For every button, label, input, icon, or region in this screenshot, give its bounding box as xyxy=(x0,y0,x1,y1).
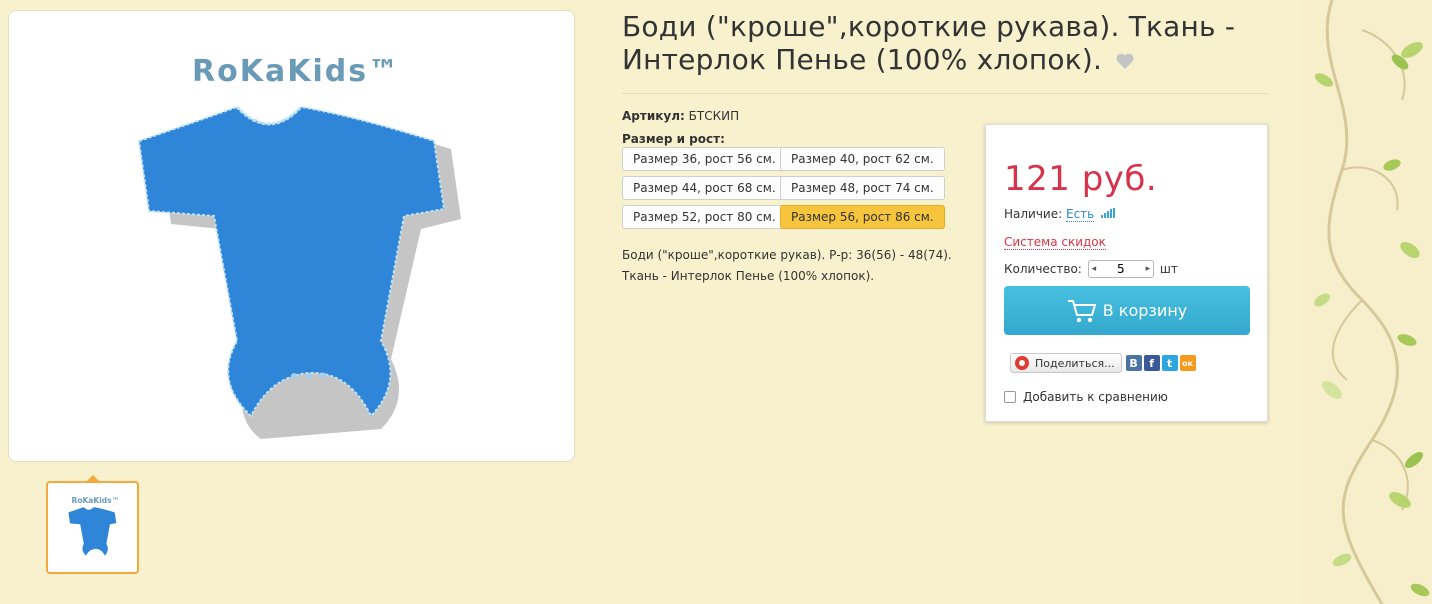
quantity-label: Количество: xyxy=(1004,262,1082,276)
size-option-44[interactable]: Размер 44, рост 68 см. xyxy=(622,176,787,200)
product-main-image[interactable]: RoKaKids™ xyxy=(8,10,575,462)
quantity-stepper: ◂ ▸ xyxy=(1087,260,1154,278)
size-option-36[interactable]: Размер 36, рост 56 см. xyxy=(622,147,787,171)
compare-checkbox[interactable] xyxy=(1004,391,1016,403)
title-divider xyxy=(622,93,1268,94)
size-option-48[interactable]: Размер 48, рост 74 см. xyxy=(780,176,945,200)
signal-icon xyxy=(1101,208,1116,218)
facebook-icon[interactable]: f xyxy=(1143,355,1160,371)
share-icon xyxy=(1015,356,1029,370)
brand-logo: RoKaKids™ xyxy=(192,54,400,89)
compare-row[interactable]: Добавить к сравнению xyxy=(1004,390,1168,404)
product-title: Боди ("кроше",короткие рукава). Ткань - … xyxy=(622,10,1262,76)
availability-row: Наличие: Есть xyxy=(1004,207,1116,222)
article-label: Артикул: xyxy=(622,109,685,123)
size-option-40[interactable]: Размер 40, рост 62 см. xyxy=(780,147,945,171)
twitter-icon[interactable]: t xyxy=(1161,355,1178,371)
odnoklassniki-icon[interactable]: ок xyxy=(1179,355,1196,371)
product-description: Боди ("кроше",короткие рукав). Р-р: 36(5… xyxy=(622,245,972,287)
size-option-52[interactable]: Размер 52, рост 80 см. xyxy=(622,205,787,229)
article-row: Артикул: БТСКИП xyxy=(622,109,739,123)
quantity-unit: шт xyxy=(1159,262,1178,276)
discount-system-link[interactable]: Система скидок xyxy=(1004,235,1106,250)
add-to-cart-button[interactable]: В корзину xyxy=(1004,286,1250,335)
article-value: БТСКИП xyxy=(688,109,740,123)
price: 121 руб. xyxy=(1004,159,1158,199)
share-button[interactable]: Поделиться... xyxy=(1010,353,1122,373)
availability-link[interactable]: Есть xyxy=(1066,207,1095,222)
svg-text:RoKaKids™: RoKaKids™ xyxy=(72,496,120,505)
compare-label: Добавить к сравнению xyxy=(1023,390,1168,404)
add-to-cart-label: В корзину xyxy=(1102,301,1188,320)
share-row: Поделиться... В f t ок xyxy=(1010,353,1198,373)
decorative-vine-border xyxy=(1302,0,1432,604)
share-button-label: Поделиться... xyxy=(1035,356,1115,370)
product-thumbnail[interactable]: RoKaKids™ xyxy=(46,481,139,574)
quantity-row: Количество: ◂ ▸ шт xyxy=(1004,260,1178,278)
quantity-input[interactable] xyxy=(1098,262,1143,276)
availability-label: Наличие: xyxy=(1004,207,1063,221)
description-line-1: Боди ("кроше",короткие рукав). Р-р: 36(5… xyxy=(622,248,952,262)
size-label: Размер и рост: xyxy=(622,132,725,146)
decrease-icon[interactable]: ◂ xyxy=(1089,264,1099,274)
vk-icon[interactable]: В xyxy=(1125,355,1142,371)
increase-icon[interactable]: ▸ xyxy=(1143,264,1153,274)
size-option-56-selected[interactable]: Размер 56, рост 86 см. xyxy=(780,205,945,229)
cart-icon xyxy=(1067,299,1097,322)
description-line-2: Ткань - Интерлок Пенье (100% хлопок). xyxy=(622,269,875,283)
heart-icon[interactable] xyxy=(1115,52,1135,70)
product-title-text: Боди ("кроше",короткие рукава). Ткань - … xyxy=(622,10,1236,76)
buy-box: 121 руб. Наличие: Есть Система скидок Ко… xyxy=(985,124,1268,422)
